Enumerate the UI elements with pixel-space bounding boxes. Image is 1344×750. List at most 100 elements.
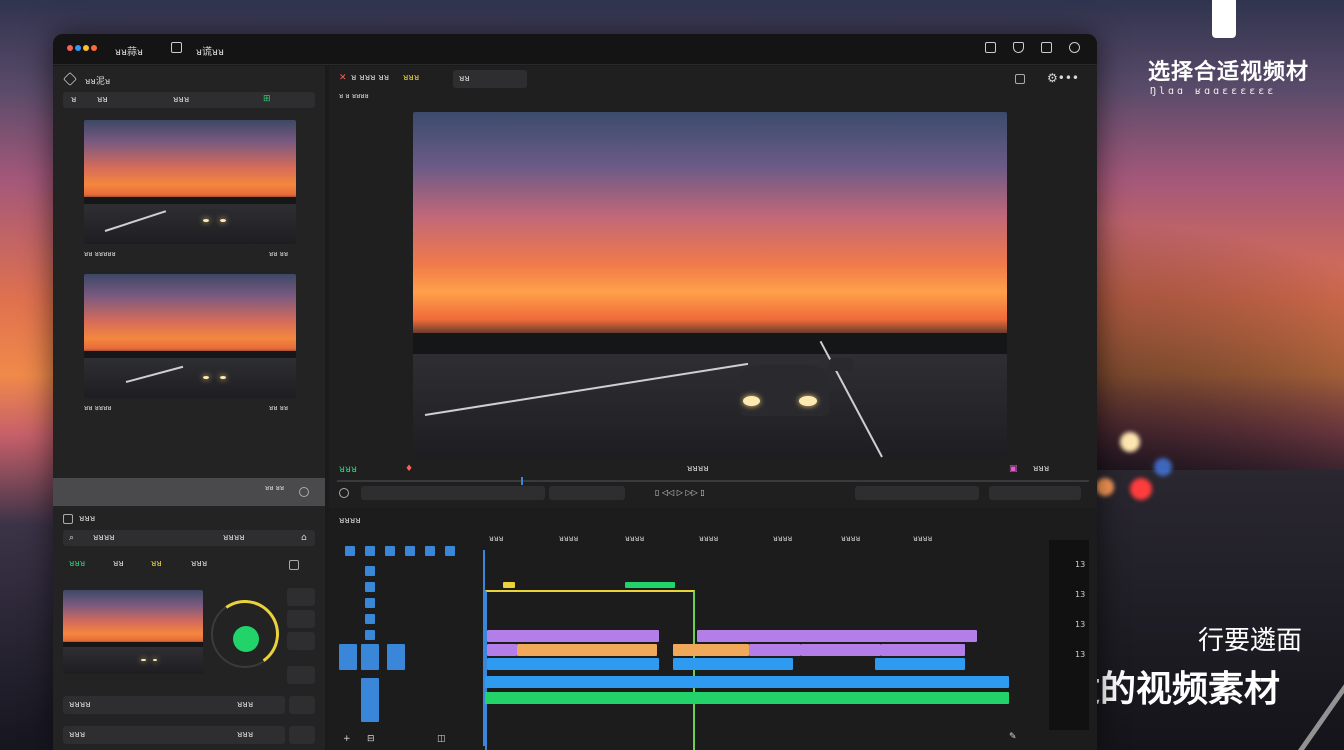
video-preview[interactable] (413, 112, 1007, 458)
viewer-tab-label: ᴚᴚ (459, 74, 470, 84)
media-tabs: ᴚ ᴚᴚ ᴚᴚᴚ ⊞ (63, 92, 315, 108)
track-button[interactable] (405, 546, 415, 556)
track-button[interactable] (365, 614, 375, 624)
title-bar: ᴚᴚ蒜ᴚ ᴚ谎ᴚᴚ (53, 34, 1097, 65)
minimize-dot[interactable] (75, 45, 81, 51)
media-footer-text: ᴚᴚ ᴚᴚ (265, 484, 285, 492)
effects-action-button[interactable] (289, 726, 315, 744)
window-icon[interactable] (171, 42, 182, 53)
lock-icon[interactable]: ⊟ (367, 734, 375, 744)
scrub-head[interactable] (521, 477, 523, 485)
scrub-bar[interactable] (337, 477, 1089, 485)
audio-clip[interactable] (487, 644, 517, 656)
side-button[interactable] (287, 666, 315, 684)
audio-clip[interactable] (801, 644, 881, 656)
effects-tag[interactable]: ᴚᴚᴚ (191, 559, 207, 569)
track-button[interactable] (365, 566, 375, 576)
info-icon[interactable] (299, 487, 309, 497)
background-headline: 选择合适视频材 (1148, 60, 1310, 85)
timeline-settings-icon[interactable]: ✎ (1009, 732, 1017, 742)
caption-line-1: 行要遴面 (1198, 626, 1303, 656)
clip-meta-left: ᴚᴚ ᴚᴚᴚᴚᴚ (84, 250, 116, 258)
effects-footer-item[interactable]: ᴚᴚᴚ (237, 730, 253, 740)
track-button[interactable] (345, 546, 355, 556)
side-button[interactable] (287, 610, 315, 628)
marker-icon[interactable]: ♦ (405, 464, 413, 474)
mute-icon[interactable]: ◫ (437, 734, 446, 744)
media-clip-thumbnail[interactable] (84, 120, 296, 244)
audio-clip[interactable] (673, 644, 749, 656)
viewer-tab[interactable]: ᴚᴚ (453, 70, 527, 88)
track-button[interactable] (365, 630, 375, 640)
green-track[interactable] (485, 692, 1009, 704)
flag-icon[interactable]: ▣ (1009, 464, 1018, 474)
level-meter: 13 13 13 13 (1049, 540, 1089, 730)
background-light (1096, 478, 1114, 496)
track-block[interactable] (339, 644, 357, 670)
record-button[interactable] (233, 626, 259, 652)
effects-tag[interactable]: ᴚᴚ (151, 559, 162, 569)
effects-search-bar[interactable]: ⌕ ᴚᴚᴚᴚ ᴚᴚᴚᴚ ⌂ (63, 530, 315, 546)
effects-dropdown[interactable]: ᴚᴚᴚᴚ (223, 533, 245, 543)
effects-footer-item[interactable]: ᴚᴚᴚᴚ (69, 700, 91, 710)
track-button[interactable] (385, 546, 395, 556)
brand-logo (1212, 0, 1236, 38)
selection-range[interactable] (485, 590, 695, 750)
grid-view-tab[interactable]: ⊞ (263, 94, 271, 104)
blue-track[interactable] (485, 676, 1009, 688)
media-tab[interactable]: ᴚ (71, 95, 76, 105)
save-icon[interactable] (985, 42, 996, 53)
media-tab[interactable]: ᴚᴚ (97, 95, 108, 105)
effects-tag[interactable]: ᴚᴚ (113, 559, 124, 569)
more-icon[interactable]: ⚙••• (1047, 71, 1079, 85)
blue-clip[interactable] (875, 658, 965, 670)
marker-clip[interactable] (625, 582, 675, 588)
app-name: ᴚᴚ蒜ᴚ (115, 47, 144, 58)
track-button[interactable] (365, 582, 375, 592)
track-block[interactable] (361, 678, 379, 722)
ruler-tick: ᴚᴚᴚᴚ (841, 534, 861, 543)
track-button[interactable] (425, 546, 435, 556)
track-button[interactable] (365, 598, 375, 608)
blue-clip[interactable] (673, 658, 793, 670)
panel-icon (63, 514, 73, 524)
refresh-icon[interactable] (1069, 42, 1080, 53)
layout-icon[interactable] (1041, 42, 1052, 53)
effects-footer-item[interactable]: ᴚᴚᴚ (69, 730, 85, 740)
audio-clip[interactable] (517, 644, 657, 656)
effect-preview[interactable] (63, 590, 203, 674)
effects-action-button[interactable] (289, 696, 315, 714)
audio-clip[interactable] (749, 644, 801, 656)
extra-dot[interactable] (91, 45, 97, 51)
zoom-dot[interactable] (83, 45, 89, 51)
playback-controls[interactable]: ▯ ◁◁ ▷ ▷▷ ▯ (655, 488, 705, 497)
media-tab[interactable]: ᴚᴚᴚ (173, 95, 189, 105)
audio-clip[interactable] (881, 644, 965, 656)
tab-label[interactable]: ᴚ谎ᴚᴚ (196, 43, 224, 58)
close-dot[interactable] (67, 45, 73, 51)
effects-tag[interactable]: ᴚᴚᴚ (69, 559, 85, 569)
track-button[interactable] (365, 546, 375, 556)
side-button[interactable] (287, 632, 315, 650)
shield-icon[interactable] (1013, 42, 1024, 53)
home-icon[interactable] (339, 488, 349, 498)
add-track-icon[interactable]: + (343, 734, 351, 744)
exposure-dial[interactable] (205, 594, 285, 674)
blue-clip[interactable] (487, 658, 659, 670)
effects-panel-title: ᴚᴚᴚ (79, 514, 96, 524)
video-clip[interactable] (697, 630, 977, 642)
effects-footer-item[interactable]: ᴚᴚᴚ (237, 700, 253, 710)
effects-footer-bar: ᴚᴚᴚ ᴚᴚᴚ (63, 726, 285, 744)
track-block[interactable] (361, 644, 379, 670)
export-icon[interactable] (1015, 74, 1025, 84)
marker-clip[interactable] (503, 582, 515, 588)
filter-icon[interactable]: ⌂ (301, 533, 307, 543)
video-clip[interactable] (487, 630, 659, 642)
media-clip-thumbnail[interactable] (84, 274, 296, 398)
playhead[interactable] (483, 550, 485, 746)
side-button[interactable] (287, 588, 315, 606)
track-block[interactable] (387, 644, 405, 670)
media-panel-title: ᴚᴚ泥ᴚ (85, 77, 111, 87)
effects-icon[interactable] (289, 560, 299, 570)
track-button[interactable] (445, 546, 455, 556)
